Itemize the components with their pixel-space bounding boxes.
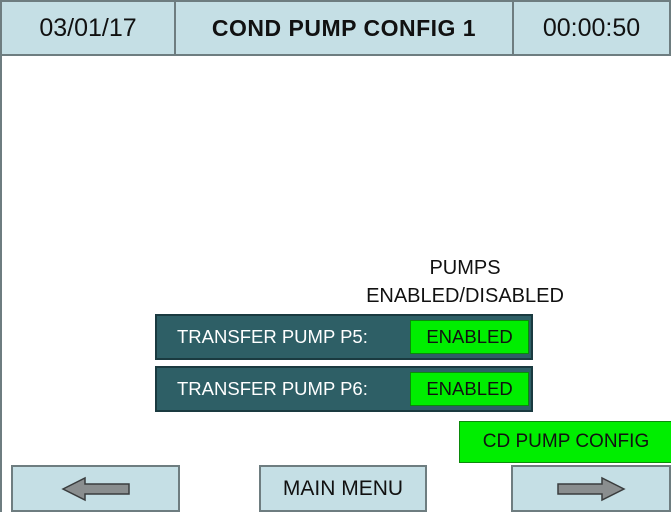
pump-p5-label: TRANSFER PUMP P5: bbox=[177, 326, 368, 347]
pump-p6-label: TRANSFER PUMP P6: bbox=[177, 378, 368, 399]
column-title-line2: ENABLED/DISABLED bbox=[366, 285, 564, 307]
left-arrow-icon bbox=[60, 476, 130, 501]
header-time: 00:00:50 bbox=[512, 0, 671, 56]
header-date: 03/01/17 bbox=[0, 0, 176, 56]
right-arrow-icon bbox=[557, 476, 626, 501]
header-bar: 03/01/17 COND PUMP CONFIG 1 00:00:50 bbox=[0, 0, 671, 58]
back-button[interactable] bbox=[11, 465, 180, 512]
cd-pump-config-button[interactable]: CD PUMP CONFIG bbox=[459, 421, 671, 463]
pump-row-p6: TRANSFER PUMP P6: ENABLED bbox=[155, 366, 533, 412]
pump-p6-state-button[interactable]: ENABLED bbox=[410, 372, 529, 406]
main-menu-button[interactable]: MAIN MENU bbox=[259, 465, 427, 512]
column-title-line1: PUMPS bbox=[429, 257, 501, 279]
pump-row-p5: TRANSFER PUMP P5: ENABLED bbox=[155, 314, 533, 360]
pump-p5-state-button[interactable]: ENABLED bbox=[410, 320, 529, 354]
hmi-screen: 03/01/17 COND PUMP CONFIG 1 00:00:50 PUM… bbox=[0, 0, 671, 512]
page-title: COND PUMP CONFIG 1 bbox=[174, 0, 514, 56]
screen-border bbox=[0, 56, 2, 512]
forward-button[interactable] bbox=[511, 465, 671, 512]
